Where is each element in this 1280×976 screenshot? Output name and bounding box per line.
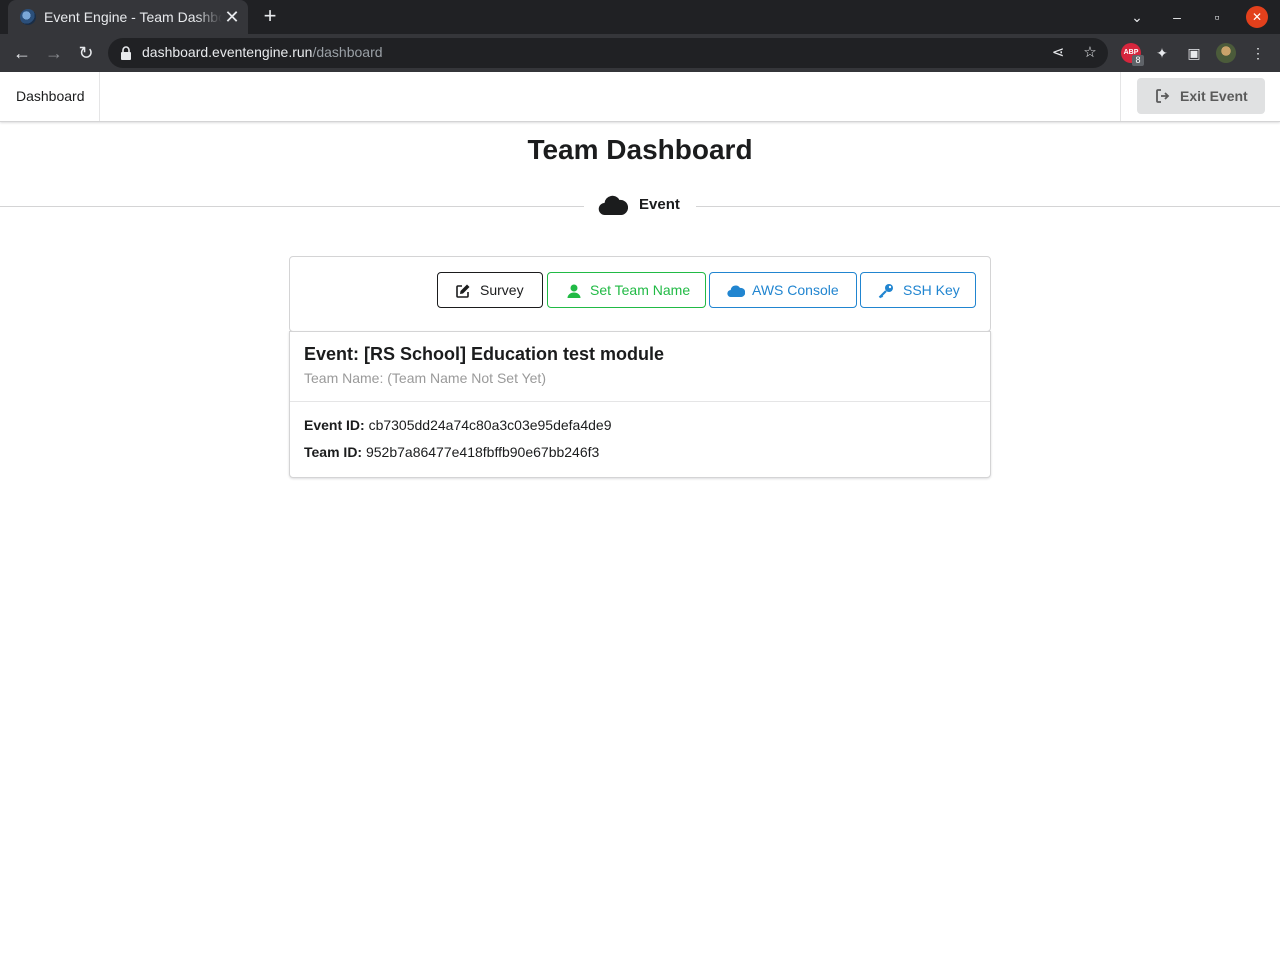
ssh-key-button[interactable]: SSH Key bbox=[860, 272, 976, 308]
header-right-section: Exit Event bbox=[1120, 72, 1280, 121]
event-info-card: Event: [RS School] Education test module… bbox=[289, 331, 991, 478]
event-id-row: Event ID: cb7305dd24a74c80a3c03e95defa4d… bbox=[304, 417, 611, 433]
exit-event-button[interactable]: Exit Event bbox=[1137, 78, 1265, 114]
event-id-value: cb7305dd24a74c80a3c03e95defa4de9 bbox=[368, 417, 612, 433]
tab-title: Event Engine - Team Dashboard bbox=[44, 9, 222, 25]
section-divider-left bbox=[0, 206, 584, 207]
edit-icon bbox=[456, 284, 470, 298]
browser-tab-strip: Event Engine - Team Dashboard ✕ + ⌄ – ▫ … bbox=[0, 0, 1280, 34]
set-team-name-label: Set Team Name bbox=[590, 282, 691, 298]
address-bar[interactable]: dashboard.eventengine.run/dashboard ⋖ ☆ bbox=[108, 38, 1108, 68]
browser-tab[interactable]: Event Engine - Team Dashboard ✕ bbox=[8, 0, 248, 34]
user-icon bbox=[567, 284, 581, 298]
team-id-label: Team ID: bbox=[304, 444, 363, 460]
cloud-icon bbox=[598, 195, 628, 216]
minimize-icon[interactable]: – bbox=[1166, 6, 1188, 28]
aws-console-label: AWS Console bbox=[752, 282, 839, 298]
exit-event-label: Exit Event bbox=[1180, 88, 1248, 104]
card-separator bbox=[290, 401, 990, 402]
survey-button[interactable]: Survey bbox=[437, 272, 543, 308]
share-icon[interactable]: ⋖ bbox=[1048, 43, 1068, 63]
forward-icon[interactable]: → bbox=[42, 41, 66, 65]
app-top-menu: Dashboard Exit Event bbox=[0, 72, 1280, 122]
set-team-name-button[interactable]: Set Team Name bbox=[547, 272, 706, 308]
section-label: Event bbox=[639, 196, 680, 213]
side-panel-icon[interactable]: ▣ bbox=[1184, 43, 1204, 63]
browser-toolbar: ← → ↻ dashboard.eventengine.run/dashboar… bbox=[0, 34, 1280, 72]
reload-icon[interactable]: ↻ bbox=[74, 41, 98, 65]
event-engine-favicon-icon bbox=[20, 9, 36, 25]
new-tab-icon[interactable]: + bbox=[258, 5, 282, 29]
url-host: dashboard.eventengine.run bbox=[142, 44, 313, 60]
section-divider-right bbox=[696, 206, 1280, 207]
key-icon bbox=[878, 284, 893, 299]
aws-console-button[interactable]: AWS Console bbox=[709, 272, 857, 308]
sign-out-icon bbox=[1156, 89, 1170, 103]
back-icon[interactable]: ← bbox=[10, 41, 34, 65]
team-id-row: Team ID: 952b7a86477e418fbffb90e67bb246f… bbox=[304, 444, 599, 460]
window-close-icon[interactable]: ✕ bbox=[1246, 6, 1268, 28]
page-title: Team Dashboard bbox=[527, 134, 753, 165]
team-name-meta: Team Name: (Team Name Not Set Yet) bbox=[304, 370, 546, 386]
url-text: dashboard.eventengine.run/dashboard bbox=[142, 44, 383, 60]
bookmark-star-icon[interactable]: ☆ bbox=[1080, 43, 1100, 63]
extension-badge-count: 8 bbox=[1132, 55, 1144, 66]
url-path: /dashboard bbox=[312, 44, 383, 60]
extensions-puzzle-icon[interactable]: ✦ bbox=[1152, 43, 1172, 63]
actions-card: Survey Set Team Name AWS Console SSH Key bbox=[289, 256, 991, 332]
tab-search-icon[interactable]: ⌄ bbox=[1126, 6, 1148, 28]
maximize-icon[interactable]: ▫ bbox=[1206, 6, 1228, 28]
cloud-icon bbox=[727, 285, 745, 298]
ssh-key-label: SSH Key bbox=[903, 282, 960, 298]
event-title: Event: [RS School] Education test module bbox=[304, 344, 665, 364]
event-section-header: Event bbox=[596, 192, 688, 220]
event-id-label: Event ID: bbox=[304, 417, 365, 433]
tab-close-icon[interactable]: ✕ bbox=[222, 7, 242, 27]
nav-dashboard[interactable]: Dashboard bbox=[0, 72, 100, 121]
profile-avatar[interactable] bbox=[1216, 43, 1236, 63]
browser-menu-icon[interactable]: ⋮ bbox=[1248, 43, 1268, 63]
team-id-value: 952b7a86477e418fbffb90e67bb246f3 bbox=[365, 444, 600, 460]
survey-label: Survey bbox=[480, 282, 524, 298]
lock-icon bbox=[121, 46, 131, 60]
